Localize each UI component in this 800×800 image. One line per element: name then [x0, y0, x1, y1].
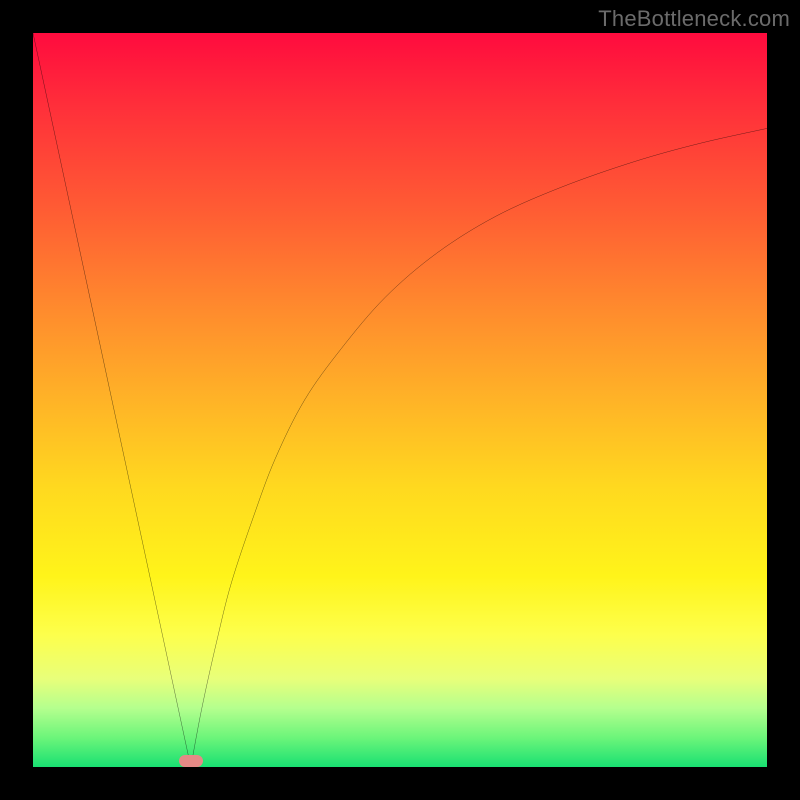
chart-lines — [33, 33, 767, 767]
right-curve — [191, 128, 767, 767]
chart-frame: TheBottleneck.com — [0, 0, 800, 800]
watermark-label: TheBottleneck.com — [598, 6, 790, 32]
bottleneck-marker — [179, 755, 202, 767]
left-line — [33, 33, 191, 767]
plot-area — [33, 33, 767, 767]
